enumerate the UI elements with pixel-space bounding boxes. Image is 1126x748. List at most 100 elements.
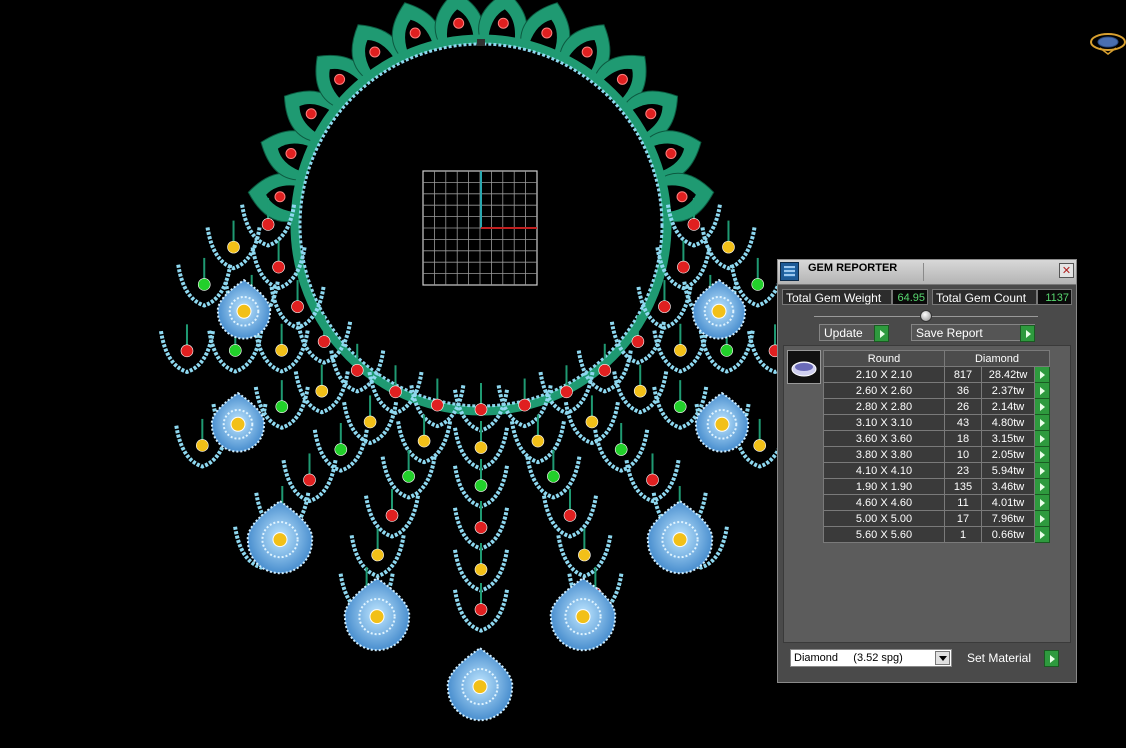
table-row[interactable]: 1.90 X 1.90 135 3.46tw [823, 478, 1050, 495]
total-gem-weight-value: 64.95 [892, 289, 928, 305]
citrine-center [230, 416, 246, 432]
material-dropdown-value: Diamond (3.52 spg) [794, 652, 903, 664]
column-header-shape: Round [823, 350, 945, 367]
row-arrow-icon[interactable] [1034, 526, 1050, 543]
column-header-material: Diamond [944, 350, 1050, 367]
gem-list: Round Diamond 2.10 X 2.10 817 28.42tw 2.60 … [783, 345, 1071, 643]
gem-stone [334, 443, 348, 456]
close-icon[interactable]: ✕ [1059, 263, 1074, 278]
gem-table: Round Diamond 2.10 X 2.10 817 28.42tw 2.60 … [823, 350, 1050, 543]
table-row[interactable]: 4.60 X 4.60 11 4.01tw [823, 494, 1050, 511]
save-report-button-label: Save Report [916, 326, 983, 340]
gem-size-cell: 3.10 X 3.10 [823, 414, 945, 431]
table-row[interactable]: 5.60 X 5.60 1 0.66tw [823, 526, 1050, 543]
ruby-stone [541, 27, 553, 39]
row-arrow-icon[interactable] [1034, 398, 1050, 415]
ruby-stone [645, 108, 657, 120]
gem-size-cell: 4.60 X 4.60 [823, 494, 945, 511]
gem-size-cell: 1.90 X 1.90 [823, 478, 945, 495]
gem-stone [350, 364, 364, 377]
gem-stone [753, 439, 766, 452]
table-row[interactable]: 2.10 X 2.10 817 28.42tw [823, 366, 1050, 383]
gem-size-cell: 5.60 X 5.60 [823, 526, 945, 543]
gem-weight-cell: 2.37tw [981, 382, 1035, 399]
row-arrow-icon[interactable] [1034, 462, 1050, 479]
gem-stone [547, 470, 560, 483]
table-row[interactable]: 2.80 X 2.80 26 2.14tw [823, 398, 1050, 415]
row-arrow-icon[interactable] [1034, 510, 1050, 527]
gem-stone [275, 343, 288, 357]
chevron-down-icon[interactable] [935, 651, 950, 665]
gem-stone [598, 364, 612, 377]
material-dropdown[interactable]: Diamond (3.52 spg) [790, 649, 952, 667]
save-report-button[interactable]: Save Report [911, 324, 1035, 342]
ruby-stone [453, 17, 465, 29]
gem-stone [317, 335, 331, 348]
ruby-stone [369, 46, 381, 58]
row-arrow-icon[interactable] [1034, 430, 1050, 447]
gem-stone [614, 443, 628, 456]
total-gem-count-value: 1137 [1037, 289, 1072, 305]
ruby-stone [305, 108, 317, 120]
row-arrow-icon[interactable] [1034, 478, 1050, 495]
gem-stone [646, 473, 659, 487]
gem-weight-cell: 4.01tw [981, 494, 1035, 511]
row-arrow-icon[interactable] [1034, 382, 1050, 399]
gem-stone [431, 398, 444, 412]
row-arrow-icon[interactable] [1034, 366, 1050, 383]
row-arrow-icon[interactable] [1034, 414, 1050, 431]
gem-stone [275, 400, 289, 413]
table-row[interactable]: 3.60 X 3.60 18 3.15tw [823, 430, 1050, 447]
table-row[interactable]: 2.60 X 2.60 36 2.37tw [823, 382, 1050, 399]
gem-stone [261, 218, 275, 231]
gem-stone [563, 509, 577, 522]
gem-count-cell: 10 [944, 446, 982, 463]
gem-stone [363, 415, 377, 429]
gem-stone [474, 441, 488, 454]
gem-stone [417, 434, 431, 448]
set-material-button[interactable]: Set Material [962, 649, 1059, 667]
ruby-stone [616, 73, 628, 85]
gem-size-cell: 4.10 X 4.10 [823, 462, 945, 479]
gem-count-cell: 26 [944, 398, 982, 415]
table-row[interactable]: 5.00 X 5.00 17 7.96tw [823, 510, 1050, 527]
gem-stone [720, 344, 733, 357]
play-arrow-icon [1044, 650, 1059, 667]
ruby-stone [676, 191, 688, 203]
gem-size-cell: 3.80 X 3.80 [823, 446, 945, 463]
gem-stone [385, 509, 399, 522]
round-gem-icon[interactable] [787, 350, 821, 384]
table-row[interactable]: 3.10 X 3.10 43 4.80tw [823, 414, 1050, 431]
gem-stone [227, 240, 240, 254]
gem-stone [371, 548, 384, 562]
row-arrow-icon[interactable] [1034, 494, 1050, 511]
view-cube-icon[interactable] [1090, 33, 1126, 55]
table-row[interactable]: 3.80 X 3.80 10 2.05tw [823, 446, 1050, 463]
gem-size-cell: 3.60 X 3.60 [823, 430, 945, 447]
row-arrow-icon[interactable] [1034, 446, 1050, 463]
play-arrow-icon [874, 325, 889, 342]
gem-stone [677, 260, 690, 274]
gem-reporter-icon [780, 262, 799, 281]
citrine-center [236, 303, 252, 319]
gem-stone [673, 400, 687, 413]
citrine-center [714, 416, 730, 432]
ruby-stone [274, 191, 286, 203]
gem-stone [402, 470, 415, 483]
set-material-button-label: Set Material [967, 651, 1032, 665]
gem-weight-cell: 28.42tw [981, 366, 1035, 383]
gem-reporter-titlebar[interactable]: GEM REPORTER ✕ [778, 260, 1076, 285]
total-gem-count-label: Total Gem Count [932, 289, 1037, 305]
clasp [477, 39, 485, 46]
table-row[interactable]: 4.10 X 4.10 23 5.94tw [823, 462, 1050, 479]
gem-count-cell: 17 [944, 510, 982, 527]
gem-stone [474, 521, 488, 534]
gem-count-cell: 23 [944, 462, 982, 479]
update-button[interactable]: Update [819, 324, 889, 342]
gem-count-cell: 11 [944, 494, 982, 511]
ruby-stone [581, 46, 593, 58]
gem-weight-cell: 3.15tw [981, 430, 1035, 447]
ruby-stone [285, 148, 297, 160]
size-slider-handle[interactable] [920, 310, 932, 322]
gem-count-cell: 43 [944, 414, 982, 431]
